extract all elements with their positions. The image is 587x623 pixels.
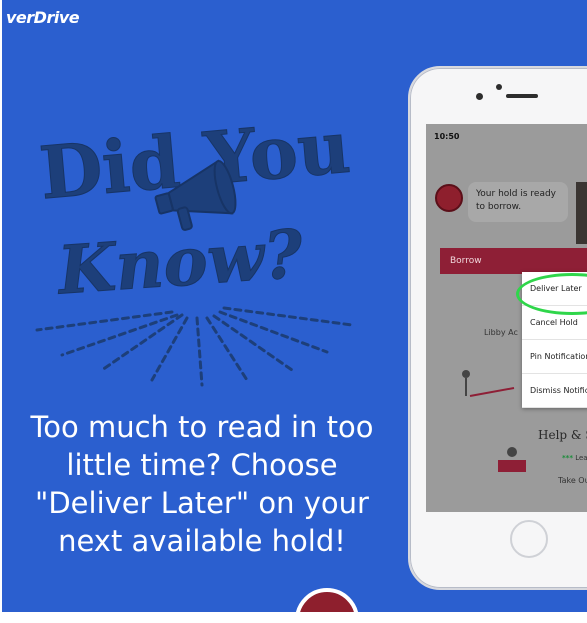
- hold-message: Your hold is ready to borrow.: [468, 182, 568, 222]
- borrow-button[interactable]: Borrow: [440, 248, 587, 274]
- book-stack-illustration: [498, 447, 526, 472]
- did-you-know-graphic: Did You Know?: [35, 103, 354, 387]
- learn-label: Lea: [575, 454, 587, 462]
- reader-illustration: [462, 370, 515, 397]
- menu-item-pin-notification[interactable]: Pin Notification: [522, 340, 587, 374]
- headline-line2: Know?: [54, 215, 307, 310]
- tagline-line: "Deliver Later" on your: [35, 486, 369, 520]
- status-time: 10:50: [434, 132, 460, 141]
- tagline-line: next available hold!: [58, 524, 346, 558]
- help-heading: Help & S: [538, 428, 587, 442]
- avatar-icon: [435, 184, 463, 212]
- takeout-text: Take Ou: [558, 476, 587, 485]
- phone-mockup: 10:50 Your hold is ready to borrow. Borr…: [408, 66, 587, 590]
- libby-text: Libby Ac: [484, 328, 518, 337]
- burst-lines: [35, 306, 354, 387]
- speaker-icon: [506, 94, 538, 98]
- tagline-line: Too much to read in too: [30, 410, 374, 444]
- sensor-icon: [476, 93, 483, 100]
- hold-message-line: Your hold is ready: [476, 189, 557, 199]
- tagline-line: little time? Choose: [66, 448, 338, 482]
- brand-logo: verDrive: [6, 8, 80, 27]
- phone-screen: 10:50 Your hold is ready to borrow. Borr…: [426, 124, 587, 512]
- libby-badge-icon: [295, 588, 359, 612]
- hold-message-line: to borrow.: [476, 202, 522, 212]
- tagline: Too much to read in too little time? Cho…: [2, 408, 402, 560]
- camera-icon: [496, 84, 502, 90]
- menu-item-dismiss-notification[interactable]: Dismiss Notific: [522, 374, 587, 408]
- book-cover-thumbnail: [576, 182, 587, 244]
- promo-panel: verDrive Did You Know? Too much to read …: [2, 0, 587, 612]
- home-button-icon[interactable]: [510, 520, 548, 558]
- learn-link[interactable]: *** Lea: [562, 454, 587, 462]
- learn-prefix: ***: [562, 454, 573, 462]
